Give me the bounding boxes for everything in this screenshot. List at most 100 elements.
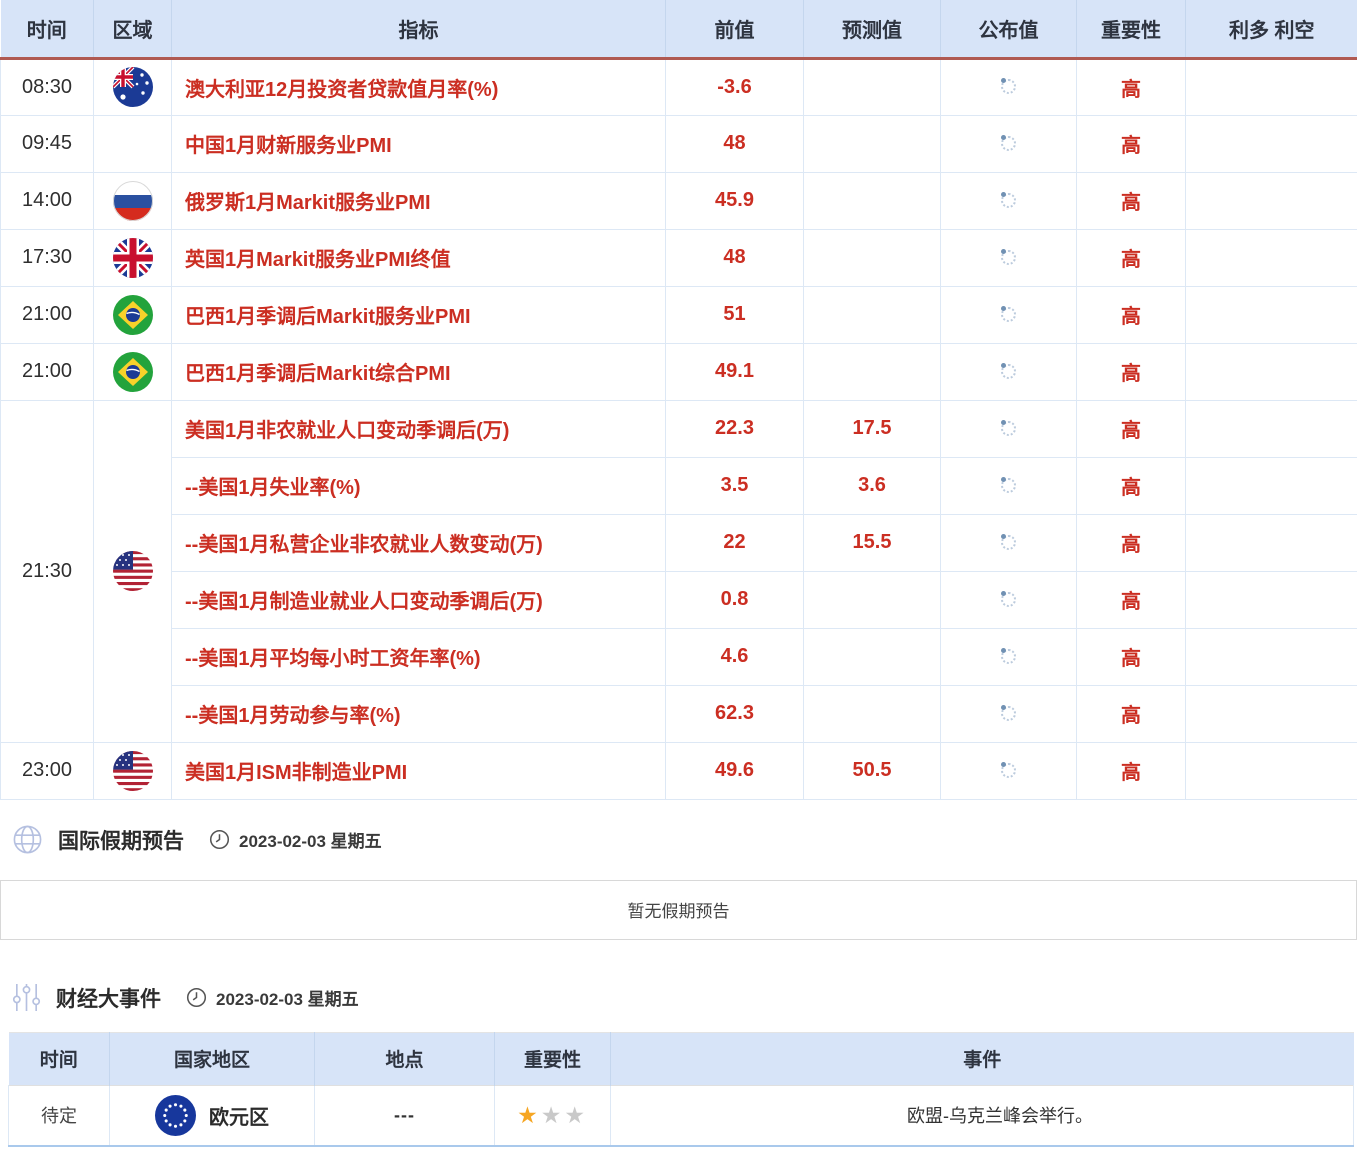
forecast-value-cell xyxy=(804,286,941,343)
section-date: 2023-02-03 星期五 xyxy=(216,985,359,1010)
prev-value-cell: 49.1 xyxy=(666,343,804,400)
events-section-header: 财经大事件 2023-02-03 星期五 xyxy=(12,980,1357,1016)
time-cell: 21:00 xyxy=(1,286,94,343)
indicator-cell: 美国1月非农就业人口变动季调后(万) xyxy=(172,400,666,457)
star-empty-icon: ★ xyxy=(564,1102,588,1128)
table-row: 21:00 巴西1月季调后Markit综合PMI 49.1 高 xyxy=(1,343,1357,400)
importance-cell: 高 xyxy=(1077,685,1186,742)
published-value-cell xyxy=(941,115,1077,172)
flag-usa-icon xyxy=(113,551,153,591)
prev-value-cell: 45.9 xyxy=(666,172,804,229)
table-row: 21:30 xyxy=(1,400,1357,457)
prev-value-cell: 49.6 xyxy=(666,742,804,799)
region-cell xyxy=(94,58,172,115)
forecast-value-cell xyxy=(804,628,941,685)
clock-icon xyxy=(186,987,207,1008)
importance-cell: 高 xyxy=(1077,571,1186,628)
col-header-sentiment: 利多 利空 xyxy=(1186,0,1357,58)
event-description-cell: 欧盟-乌克兰峰会举行。 xyxy=(611,1085,1354,1146)
prev-value-cell: 22 xyxy=(666,514,804,571)
col-header-importance: 重要性 xyxy=(495,1032,611,1085)
importance-cell: 高 xyxy=(1077,286,1186,343)
sentiment-cell xyxy=(1186,400,1357,457)
indicator-cell: 巴西1月季调后Markit综合PMI xyxy=(172,343,666,400)
section-date: 2023-02-03 星期五 xyxy=(239,827,382,852)
loading-spinner-icon xyxy=(1001,364,1016,379)
sliders-icon xyxy=(12,982,41,1013)
flag-usa-icon xyxy=(113,751,153,791)
importance-cell: 高 xyxy=(1077,58,1186,115)
loading-spinner-icon xyxy=(1001,649,1016,664)
prev-value-cell: 62.3 xyxy=(666,685,804,742)
time-cell: 09:45 xyxy=(1,115,94,172)
time-cell: 21:30 xyxy=(1,400,94,742)
prev-value-cell: 22.3 xyxy=(666,400,804,457)
sentiment-cell xyxy=(1186,571,1357,628)
importance-cell: 高 xyxy=(1077,343,1186,400)
importance-cell: 高 xyxy=(1077,400,1186,457)
clock-icon xyxy=(209,829,230,850)
indicator-cell: --美国1月平均每小时工资年率(%) xyxy=(172,628,666,685)
importance-cell: 高 xyxy=(1077,514,1186,571)
time-cell: 23:00 xyxy=(1,742,94,799)
loading-spinner-icon xyxy=(1001,421,1016,436)
table-row: 23:00 xyxy=(1,742,1357,799)
economic-calendar-table: 时间 区域 指标 前值 预测值 公布值 重要性 利多 利空 08:30 xyxy=(0,0,1357,800)
importance-cell: 高 xyxy=(1077,229,1186,286)
holiday-section-header: 国际假期预告 2023-02-03 星期五 xyxy=(12,822,1357,858)
importance-cell: 高 xyxy=(1077,742,1186,799)
region-cell xyxy=(94,172,172,229)
table-row: --美国1月私营企业非农就业人数变动(万) 22 15.5 高 xyxy=(1,514,1357,571)
indicator-cell: 英国1月Markit服务业PMI终值 xyxy=(172,229,666,286)
sentiment-cell xyxy=(1186,286,1357,343)
sentiment-cell xyxy=(1186,457,1357,514)
holiday-empty-message: 暂无假期预告 xyxy=(628,897,730,922)
published-value-cell xyxy=(941,286,1077,343)
indicator-cell: 巴西1月季调后Markit服务业PMI xyxy=(172,286,666,343)
col-header-region: 区域 xyxy=(94,0,172,58)
published-value-cell xyxy=(941,343,1077,400)
time-cell: 08:30 xyxy=(1,58,94,115)
region-cell xyxy=(94,343,172,400)
section-title: 国际假期预告 xyxy=(58,825,184,855)
published-value-cell xyxy=(941,229,1077,286)
loading-spinner-icon xyxy=(1001,136,1016,151)
forecast-value-cell xyxy=(804,172,941,229)
events-header-row: 时间 国家地区 地点 重要性 事件 xyxy=(9,1032,1354,1085)
time-cell: 14:00 xyxy=(1,172,94,229)
prev-value-cell: 0.8 xyxy=(666,571,804,628)
col-header-event: 事件 xyxy=(611,1032,1354,1085)
indicator-cell: --美国1月失业率(%) xyxy=(172,457,666,514)
loading-spinner-icon xyxy=(1001,79,1016,94)
col-header-time: 时间 xyxy=(1,0,94,58)
col-header-previous: 前值 xyxy=(666,0,804,58)
col-header-location: 地点 xyxy=(315,1032,495,1085)
published-value-cell xyxy=(941,514,1077,571)
table-row: 14:00 俄罗斯1月Markit服务业PMI 45.9 高 xyxy=(1,172,1357,229)
loading-spinner-icon xyxy=(1001,478,1016,493)
region-cell xyxy=(94,286,172,343)
region-cell xyxy=(94,742,172,799)
table-row: --美国1月制造业就业人口变动季调后(万) 0.8 高 xyxy=(1,571,1357,628)
flag-australia-icon xyxy=(113,67,153,107)
event-region-label: 欧元区 xyxy=(209,1101,269,1130)
prev-value-cell: -3.6 xyxy=(666,58,804,115)
forecast-value-cell xyxy=(804,58,941,115)
indicator-cell: --美国1月私营企业非农就业人数变动(万) xyxy=(172,514,666,571)
prev-value-cell: 51 xyxy=(666,286,804,343)
table-row: 08:30 xyxy=(1,58,1357,115)
prev-value-cell: 4.6 xyxy=(666,628,804,685)
table-row: 09:45 中国1月财新服务业PMI 48 高 xyxy=(1,115,1357,172)
importance-cell: 高 xyxy=(1077,457,1186,514)
star-empty-icon: ★ xyxy=(541,1102,565,1128)
indicator-cell: --美国1月劳动参与率(%) xyxy=(172,685,666,742)
section-title: 财经大事件 xyxy=(56,983,161,1013)
published-value-cell xyxy=(941,571,1077,628)
indicator-cell: 澳大利亚12月投资者贷款值月率(%) xyxy=(172,58,666,115)
forecast-value-cell: 15.5 xyxy=(804,514,941,571)
forecast-value-cell: 50.5 xyxy=(804,742,941,799)
sentiment-cell xyxy=(1186,742,1357,799)
table-row: 17:30 英国1月Markit服务业PMI终值 48 高 xyxy=(1,229,1357,286)
event-location-cell: --- xyxy=(315,1085,495,1146)
region-cell xyxy=(94,229,172,286)
